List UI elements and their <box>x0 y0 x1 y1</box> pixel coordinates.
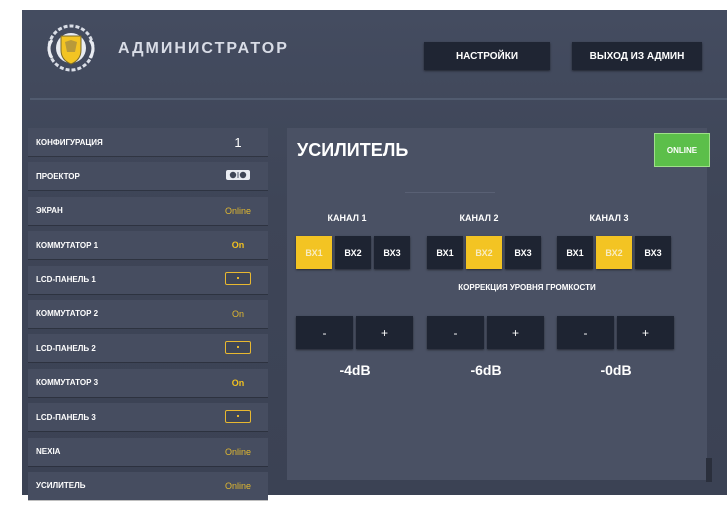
lcd-panel-1-status <box>208 272 268 287</box>
settings-button[interactable]: НАСТРОЙКИ <box>424 42 550 70</box>
switcher-3-status: On <box>231 377 245 388</box>
sidebar-item-label: LCD-ПАНЕЛЬ 3 <box>36 412 96 422</box>
channel-1-volume-down-button[interactable]: - <box>296 316 353 349</box>
channel-2-level: -6dB <box>470 362 502 378</box>
lcd-panel-icon <box>225 272 251 286</box>
switcher-1-status: On <box>231 240 245 251</box>
device-list: КОНФИГУРАЦИЯ 1 ПРОЕКТОР ЭКРАН Online КОМ… <box>28 128 268 506</box>
sidebar-item-label: КОНФИГУРАЦИЯ <box>36 137 103 147</box>
sidebar-item-switcher-3[interactable]: КОММУТАТОР 3 On <box>28 368 268 397</box>
sidebar-item-label: КОММУТАТОР 2 <box>36 309 99 319</box>
amplifier-status: Online <box>224 480 251 491</box>
lcd-panel-3-status <box>208 409 268 425</box>
sidebar-item-projector[interactable]: ПРОЕКТОР <box>28 162 268 191</box>
channel-2-input-2-button[interactable]: ВХ2 <box>466 236 502 269</box>
channel-3-level: -0dB <box>600 362 632 378</box>
exit-admin-button[interactable]: ВЫХОД ИЗ АДМИН <box>572 42 702 70</box>
channel-3-input-1-button[interactable]: ВХ1 <box>557 236 593 269</box>
screen-status: Online <box>224 205 251 216</box>
sidebar-item-label: NEXIA <box>36 447 61 457</box>
sidebar-item-switcher-2[interactable]: КОММУТАТОР 2 On <box>28 299 268 328</box>
channel-1-label: КАНАЛ 1 <box>327 213 367 223</box>
channel-1-input-1-button[interactable]: ВХ1 <box>296 236 332 269</box>
projector-status <box>208 169 268 183</box>
channel-2-volume-up-button[interactable]: + <box>487 316 544 349</box>
screen: АДМИНИСТРАТОР НАСТРОЙКИ ВЫХОД ИЗ АДМИН К… <box>0 0 727 500</box>
channel-2-volume-down-button[interactable]: - <box>427 316 484 349</box>
channel-3-label: КАНАЛ 3 <box>589 213 629 223</box>
coat-of-arms-logo <box>40 20 102 76</box>
volume-correction-label: КОРРЕКЦИЯ УРОВНЯ ГРОМКОСТИ <box>458 283 596 292</box>
sidebar-item-amplifier[interactable]: УСИЛИТЕЛЬ Online <box>28 471 268 500</box>
channel-1-input-3-button[interactable]: ВХ3 <box>374 236 410 269</box>
channel-3-input-2-button[interactable]: ВХ2 <box>596 236 632 269</box>
sidebar-item-label: УСИЛИТЕЛЬ <box>36 481 86 491</box>
sidebar-item-label: КОММУТАТОР 1 <box>36 240 99 250</box>
panel-title: УСИЛИТЕЛЬ <box>297 140 409 160</box>
channel-3-input-3-button[interactable]: ВХ3 <box>635 236 671 269</box>
lcd-panel-icon <box>225 409 251 423</box>
sidebar-item-label: ПРОЕКТОР <box>36 171 80 181</box>
configuration-value: 1 <box>234 134 242 150</box>
page-title: АДМИНИСТРАТОР <box>118 40 289 57</box>
channel-3-volume-down-button[interactable]: - <box>557 316 614 349</box>
sidebar-item-lcd-panel-2[interactable]: LCD-ПАНЕЛЬ 2 <box>28 334 268 363</box>
sidebar-item-screen[interactable]: ЭКРАН Online <box>28 196 268 225</box>
nexia-status: Online <box>224 446 251 457</box>
online-status-button[interactable]: ONLINE <box>654 133 710 167</box>
scrollbar-handle[interactable] <box>706 458 712 482</box>
channel-3-volume-up-button[interactable]: + <box>617 316 674 349</box>
amplifier-panel: УСИЛИТЕЛЬ ONLINE ——————————————— КАНАЛ 1… <box>287 128 710 480</box>
sidebar-item-lcd-panel-3[interactable]: LCD-ПАНЕЛЬ 3 <box>28 403 268 432</box>
sidebar-item-nexia[interactable]: NEXIA Online <box>28 437 268 466</box>
channel-1-input-2-button[interactable]: ВХ2 <box>335 236 371 269</box>
sidebar-item-label: LCD-ПАНЕЛЬ 2 <box>36 343 96 353</box>
sidebar-item-label: ЭКРАН <box>36 206 63 216</box>
switcher-2-status: On <box>231 308 244 319</box>
channel-2-input-1-button[interactable]: ВХ1 <box>427 236 463 269</box>
lcd-panel-2-status <box>208 340 268 356</box>
sidebar-item-configuration[interactable]: КОНФИГУРАЦИЯ 1 <box>28 128 268 156</box>
sidebar-item-switcher-1[interactable]: КОММУТАТОР 1 On <box>28 231 268 260</box>
channel-2-label: КАНАЛ 2 <box>459 213 499 223</box>
sidebar-item-lcd-panel-1[interactable]: LCD-ПАНЕЛЬ 1 <box>28 265 268 294</box>
sidebar-item-label: LCD-ПАНЕЛЬ 1 <box>36 275 96 285</box>
channel-1-volume-up-button[interactable]: + <box>356 316 413 349</box>
sidebar-item-label: КОММУТАТОР 3 <box>36 378 99 388</box>
lcd-panel-icon <box>225 340 251 354</box>
channel-2-input-3-button[interactable]: ВХ3 <box>505 236 541 269</box>
header-divider <box>30 98 727 100</box>
channel-1-level: -4dB <box>339 362 371 378</box>
projector-icon <box>225 169 251 181</box>
faint-divider: ——————————————— <box>405 190 495 196</box>
